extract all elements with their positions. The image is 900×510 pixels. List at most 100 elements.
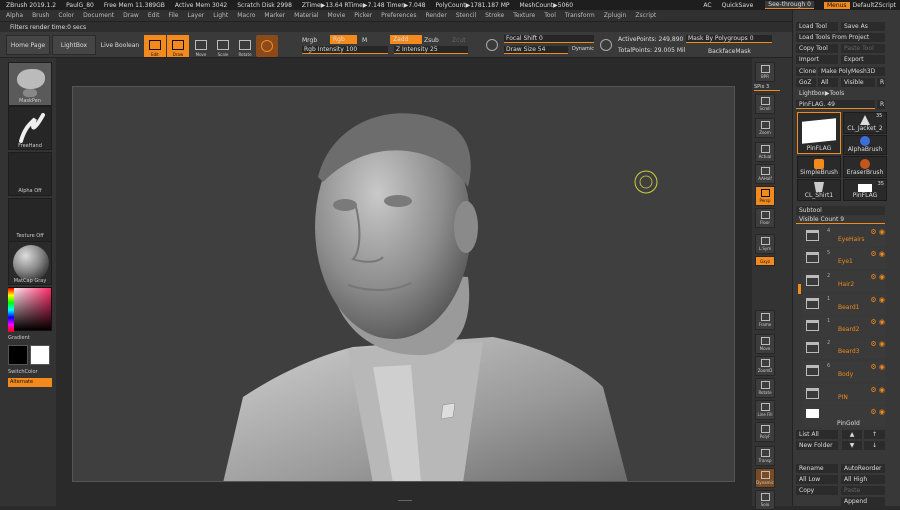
menu-movie[interactable]: Movie xyxy=(328,12,346,19)
focal-shift-slider[interactable]: Focal Shift 0 xyxy=(504,35,594,43)
goz-all-button[interactable]: All xyxy=(818,78,838,87)
menu-stroke[interactable]: Stroke xyxy=(485,12,504,19)
menus-toggle[interactable]: Menus xyxy=(823,1,850,9)
zsub-toggle[interactable]: Zsub xyxy=(424,37,439,44)
subtool-visibility-icon[interactable]: ⚙ ◉ xyxy=(870,318,885,326)
lsym-button[interactable]: L.Sym xyxy=(755,234,775,254)
rotate-view-button[interactable]: Rotate xyxy=(755,378,775,398)
paste-tool-button[interactable]: Paste Tool xyxy=(841,44,885,53)
zoom-button[interactable]: Zoom xyxy=(755,118,775,138)
lightbox-button[interactable]: LightBox xyxy=(52,35,96,55)
subtool-header[interactable]: Subtool xyxy=(796,206,885,215)
gxyz-button[interactable]: Gxyz xyxy=(755,256,775,266)
subtool-item[interactable]: 5 Eye1 ⚙ ◉ xyxy=(802,248,886,269)
alternate-button[interactable]: Alternate xyxy=(8,378,52,387)
subtool-item[interactable]: 2 Beard3 ⚙ ◉ xyxy=(802,338,886,359)
switch-color-button[interactable]: SwitchColor xyxy=(8,369,52,375)
quicksave-button[interactable]: QuickSave xyxy=(722,2,754,9)
bottom-tray-handle[interactable] xyxy=(398,500,412,506)
subtool-visibility-icon[interactable]: ⚙ ◉ xyxy=(870,408,885,416)
copy-tool-button[interactable]: Copy Tool xyxy=(796,44,838,53)
frame-button[interactable]: Frame xyxy=(755,310,775,330)
subtool-scrollbar[interactable] xyxy=(798,284,801,294)
subtool-item[interactable]: PinGold ⚙ ◉ xyxy=(802,406,886,427)
import-button[interactable]: Import xyxy=(796,55,838,64)
subtool-visibility-icon[interactable]: ⚙ ◉ xyxy=(870,296,885,304)
rotate-button[interactable]: Rotate xyxy=(234,35,256,57)
move-up-button[interactable]: ▲ xyxy=(842,430,862,439)
spix-slider[interactable]: SPix 3 xyxy=(754,84,780,91)
list-all-button[interactable]: List All xyxy=(796,430,838,439)
visible-count-slider[interactable]: Visible Count 9 xyxy=(796,216,885,224)
floor-button[interactable]: Floor xyxy=(755,208,775,228)
subtool-item[interactable]: 6 Body ⚙ ◉ xyxy=(802,361,886,382)
new-folder-button[interactable]: New Folder xyxy=(796,441,838,450)
dynamic-button[interactable]: Dynamic xyxy=(755,468,775,488)
clone-button[interactable]: Clone xyxy=(796,67,816,76)
menu-light[interactable]: Light xyxy=(213,12,228,19)
menu-layer[interactable]: Layer xyxy=(188,12,205,19)
menu-edit[interactable]: Edit xyxy=(148,12,160,19)
hue-strip[interactable] xyxy=(8,288,14,332)
zcut-toggle[interactable]: Zcut xyxy=(452,37,466,44)
line-fill-button[interactable]: Line Fill xyxy=(755,400,775,420)
main-color-swatch[interactable] xyxy=(8,345,28,365)
solo-button[interactable]: Solo xyxy=(755,490,775,510)
move-top-button[interactable]: ↑ xyxy=(864,430,885,439)
draw-size-slider[interactable]: Draw Size 54 xyxy=(504,46,568,54)
z-intensity-slider[interactable]: Z Intensity 25 xyxy=(394,46,468,54)
menu-file[interactable]: File xyxy=(168,12,178,19)
menu-preferences[interactable]: Preferences xyxy=(381,12,416,19)
mask-by-polygroups-slider[interactable]: Mask By Polygroups 0 xyxy=(686,35,772,43)
menu-stencil[interactable]: Stencil xyxy=(456,12,476,19)
move-bottom-button[interactable]: ↓ xyxy=(864,441,885,450)
bpr-button[interactable]: BPR xyxy=(755,62,775,82)
actual-button[interactable]: Actual xyxy=(755,142,775,162)
menu-brush[interactable]: Brush xyxy=(32,12,49,19)
subtool-visibility-icon[interactable]: ⚙ ◉ xyxy=(870,250,885,258)
rgb-toggle[interactable]: Rgb xyxy=(330,35,357,44)
menu-color[interactable]: Color xyxy=(58,12,74,19)
menu-alpha[interactable]: Alpha xyxy=(6,12,23,19)
menu-marker[interactable]: Marker xyxy=(264,12,285,19)
append-button[interactable]: Append xyxy=(841,497,885,506)
menu-draw[interactable]: Draw xyxy=(123,12,139,19)
subtool-item[interactable]: 2 Hair2 ⚙ ◉ xyxy=(802,271,886,292)
subtool-item[interactable]: PIN ⚙ ◉ xyxy=(802,384,886,405)
menu-material[interactable]: Material xyxy=(294,12,318,19)
transp-button[interactable]: Transp xyxy=(755,446,775,466)
tool-thumb-pinflag[interactable]: PinFLAG xyxy=(797,112,841,154)
load-tools-from-project-button[interactable]: Load Tools From Project xyxy=(796,33,885,42)
menu-transform[interactable]: Transform xyxy=(565,12,595,19)
pinflag-r-button[interactable]: R xyxy=(877,100,885,109)
load-tool-button[interactable]: Load Tool xyxy=(796,22,838,31)
tool-thumb-alphabrush[interactable]: AlphaBrush xyxy=(843,135,887,155)
goz-button[interactable]: GoZ xyxy=(796,78,816,87)
tool-thumb-pinflag-2[interactable]: PinFLAG 35 xyxy=(843,179,887,201)
polyf-button[interactable]: PolyF xyxy=(755,422,775,442)
rgb-intensity-slider[interactable]: Rgb Intensity 100 xyxy=(302,46,388,54)
subtool-item[interactable]: 1 Beard2 ⚙ ◉ xyxy=(802,316,886,337)
subtool-paste-button[interactable]: Paste xyxy=(841,486,885,495)
live-boolean-button[interactable]: Live Boolean xyxy=(98,35,142,55)
pinflag-slider[interactable]: PinFLAG. 49 xyxy=(796,100,875,109)
scroll-button[interactable]: Scroll xyxy=(755,94,775,114)
subtool-visibility-icon[interactable]: ⚙ ◉ xyxy=(870,273,885,281)
tool-thumb-simplebrush[interactable]: SimpleBrush xyxy=(797,156,841,178)
menu-zplugin[interactable]: Zplugin xyxy=(604,12,627,19)
subtool-copy-button[interactable]: Copy xyxy=(796,486,838,495)
all-high-button[interactable]: All High xyxy=(841,475,885,484)
backface-mask-toggle[interactable]: BackfaceMask xyxy=(708,48,751,55)
see-through-slider[interactable]: See-through 0 xyxy=(765,1,814,9)
goz-visible-button[interactable]: Visible xyxy=(841,78,875,87)
subtool-visibility-icon[interactable]: ⚙ ◉ xyxy=(870,340,885,348)
menu-render[interactable]: Render xyxy=(425,12,446,19)
lightbox-tools-button[interactable]: Lightbox▶Tools xyxy=(796,89,885,98)
subtool-visibility-icon[interactable]: ⚙ ◉ xyxy=(870,228,885,236)
ac-label[interactable]: AC xyxy=(703,2,711,9)
zadd-toggle[interactable]: Zadd xyxy=(390,35,423,44)
subtool-item[interactable]: 1 Beard1 ⚙ ◉ xyxy=(802,294,886,315)
move-down-button[interactable]: ▼ xyxy=(842,441,862,450)
menu-document[interactable]: Document xyxy=(83,12,114,19)
make-polymesh-button[interactable]: Make PolyMesh3D xyxy=(818,67,885,76)
